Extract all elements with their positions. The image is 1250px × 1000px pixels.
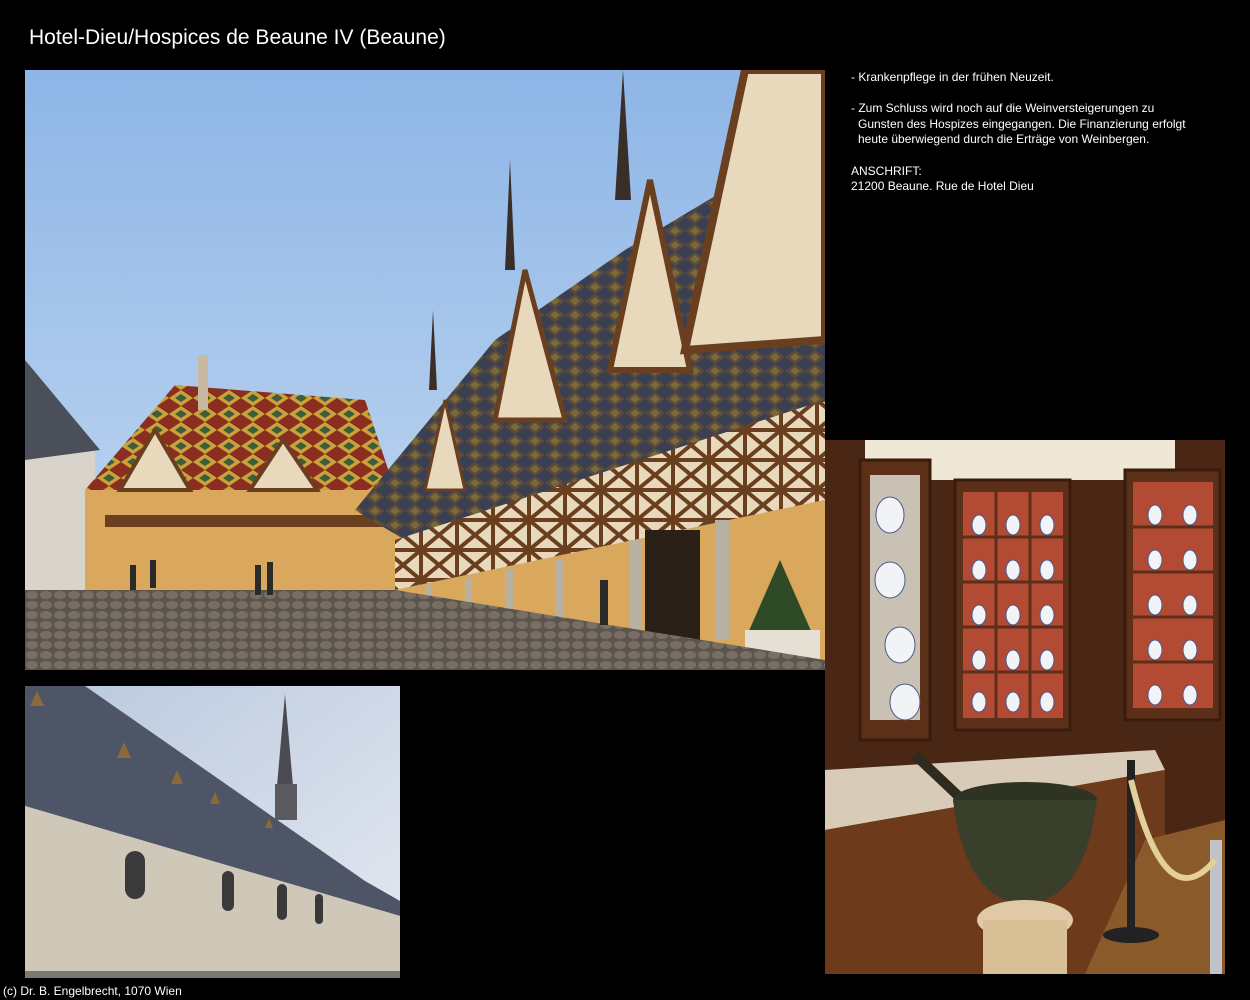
page-title: Hotel-Dieu/Hospices de Beaune IV (Beaune… [29,26,446,49]
courtyard-photo [25,70,825,670]
description-bullet-1: - Krankenpflege in der frühen Neuzeit. [851,70,1054,84]
address-label: ANSCHRIFT: [851,163,922,178]
church-roof-photo [25,686,400,978]
address-text: 21200 Beaune. Rue de Hotel Dieu [851,179,1034,194]
description-text: - Krankenpflege in der frühen Neuzeit. -… [851,70,1191,195]
description-bullet-2: - Zum Schluss wird noch auf die Weinvers… [851,101,1186,147]
copyright-footer: (c) Dr. B. Engelbrecht, 1070 Wien [3,984,182,998]
pharmacy-photo [825,440,1225,974]
